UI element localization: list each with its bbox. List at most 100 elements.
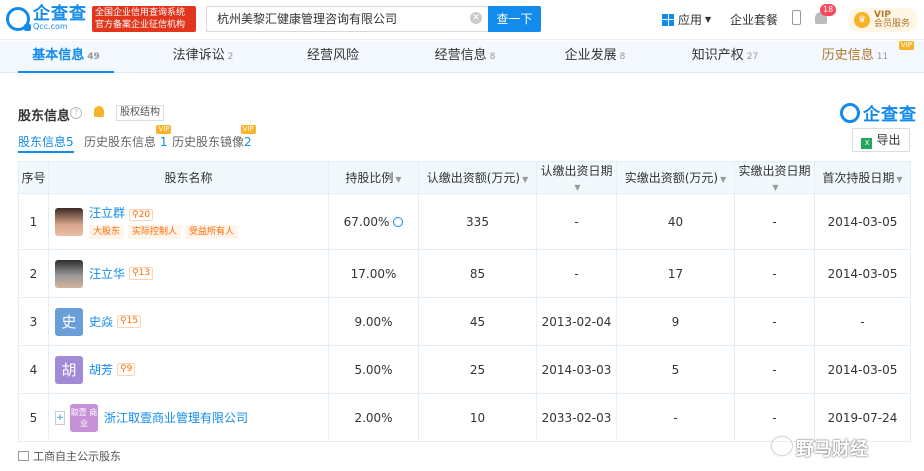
paid-date-cell: - — [734, 297, 815, 346]
sort-icon: ▼ — [772, 183, 779, 192]
table-row: 2 汪立华 ⚲13 17.00% 85 - 17 - 2014-03-05 — [18, 249, 911, 298]
logo-text: 企查查 — [33, 4, 87, 24]
tab-legal[interactable]: 法律诉讼 2 — [148, 41, 258, 73]
avatar[interactable]: 胡 — [55, 355, 83, 384]
apps-grid-icon — [662, 13, 674, 26]
tab-history[interactable]: 历史信息 11 VIP — [800, 41, 914, 73]
shareholder-cell: 史 史焱 ⚲15 — [48, 297, 329, 346]
enterprise-suite-link[interactable]: 企业套餐 — [730, 11, 778, 28]
first-date-cell: - — [814, 297, 911, 346]
section-brand-logo: 企查查 — [840, 100, 917, 125]
vip-service-button[interactable]: ♛ VIP 会员服务 — [848, 8, 918, 32]
avatar[interactable]: 史 — [55, 307, 83, 336]
table-row: 4 胡 胡芳 ⚲9 5.00% 25 2014-03-03 5 - 2014-03… — [18, 345, 911, 394]
subscribed-date-cell: - — [536, 193, 617, 250]
notification-badge: 18 — [820, 4, 837, 16]
shareholder-cell: 汪立华 ⚲13 — [48, 249, 329, 298]
tag-actual-controller: 实际控制人 — [128, 225, 182, 239]
row-index: 5 — [18, 393, 49, 442]
equity-structure-button[interactable]: 股权结构 — [116, 105, 164, 121]
col-percent[interactable]: 持股比例 ▼ — [328, 161, 419, 194]
shareholder-name[interactable]: 胡芳 — [89, 361, 113, 378]
subscribed-date-cell: 2033-02-03 — [536, 393, 617, 442]
paid-date-cell: - — [734, 193, 815, 250]
col-first-date[interactable]: 首次持股日期 ▼ — [814, 161, 911, 194]
shareholder-cell: + 取壹 商业 浙江取壹商业管理有限公司 — [48, 393, 329, 442]
sort-icon: ▼ — [574, 183, 581, 192]
relation-count-badge[interactable]: ⚲15 — [117, 315, 142, 328]
shareholder-name[interactable]: 汪立华 — [89, 265, 125, 282]
subscribed-date-cell: 2014-03-03 — [536, 345, 617, 394]
relation-count-badge[interactable]: ⚲9 — [117, 363, 136, 376]
shareholding-chart-icon[interactable] — [393, 216, 404, 227]
shareholder-name[interactable]: 史焱 — [89, 313, 113, 330]
shareholder-cell: 汪立群 ⚲20 大股东 实际控制人 受益所有人 — [48, 193, 329, 250]
subscribed-amount-cell: 10 — [418, 393, 537, 442]
watermark: 野马财经 — [796, 439, 868, 460]
avatar[interactable] — [55, 207, 83, 236]
row-index: 1 — [18, 193, 49, 250]
footer-label: 工商自主公示股东 — [33, 450, 121, 463]
relation-count-badge[interactable]: ⚲20 — [129, 209, 154, 221]
help-icon[interactable]: ? — [70, 107, 82, 119]
table-row: 3 史 史焱 ⚲15 9.00% 45 2013-02-04 9 - - — [18, 297, 911, 346]
tab-ip[interactable]: 知识产权 27 — [670, 41, 780, 73]
tab-development[interactable]: 企业发展 8 — [540, 41, 650, 73]
row-index: 4 — [18, 345, 49, 394]
avatar[interactable] — [55, 259, 83, 288]
subscribe-bell-icon[interactable] — [94, 106, 104, 117]
tab-basic-info[interactable]: 基本信息 49 — [18, 41, 114, 73]
subtab-history-mirror[interactable]: 历史股东镜像2 VIP — [172, 125, 256, 149]
row-index: 3 — [18, 297, 49, 346]
subscribed-amount-cell: 335 — [418, 193, 537, 250]
table-header-row: 序号 股东名称 持股比例 ▼ 认缴出资额(万元) ▼ 认缴出资日期▼ 实缴出资额(万… — [18, 161, 911, 194]
row-index: 2 — [18, 249, 49, 298]
subscribed-date-cell: - — [536, 249, 617, 298]
paid-amount-cell: 40 — [616, 193, 735, 250]
paid-date-cell: - — [734, 249, 815, 298]
tab-operation[interactable]: 经营信息 8 — [410, 41, 520, 73]
main-tabs: 基本信息 49 法律诉讼 2 经营风险 经营信息 8 企业发展 8 知识产权 27 历史信… — [0, 41, 924, 73]
qcc-logo[interactable]: 企查查 Qcc.com — [6, 6, 87, 31]
search-button[interactable]: 查一下 — [488, 6, 541, 32]
paid-amount-cell: 9 — [616, 297, 735, 346]
shareholder-name[interactable]: 浙江取壹商业管理有限公司 — [104, 409, 248, 426]
expand-icon[interactable]: + — [55, 410, 65, 425]
mobile-icon[interactable] — [792, 10, 801, 25]
footer-link[interactable]: 工商自主公示股东 — [18, 448, 121, 464]
export-button[interactable]: X 导出 — [852, 128, 910, 152]
col-subscribed-amount[interactable]: 认缴出资额(万元) ▼ — [418, 161, 537, 194]
avatar[interactable]: 取壹 商业 — [70, 403, 98, 432]
sort-icon: ▼ — [720, 175, 727, 184]
shareholder-name[interactable]: 汪立群 — [89, 206, 125, 220]
paid-date-cell: - — [734, 345, 815, 394]
percent-cell: 2.00% — [328, 393, 419, 442]
paid-amount-cell: 17 — [616, 249, 735, 298]
chevron-down-icon: ▼ — [705, 15, 712, 24]
first-date-cell: 2014-03-05 — [814, 193, 911, 250]
crown-icon: ♛ — [854, 12, 870, 28]
top-bar: 企查查 Qcc.com 全国企业信用查询系统 官方备案企业征信机构 杭州美黎汇健… — [0, 0, 924, 40]
vip-tag: VIP — [156, 125, 172, 134]
tab-risk[interactable]: 经营风险 — [278, 41, 388, 73]
clear-search-icon[interactable]: ✕ — [470, 12, 482, 24]
col-name: 股东名称 — [48, 161, 329, 194]
subtab-history-shareholders[interactable]: 历史股东信息 1 VIP — [84, 125, 172, 149]
shareholder-table: 序号 股东名称 持股比例 ▼ 认缴出资额(万元) ▼ 认缴出资日期▼ 实缴出资额(万… — [18, 161, 911, 442]
search-input[interactable]: 杭州美黎汇健康管理咨询有限公司 — [206, 6, 488, 32]
relation-count-badge[interactable]: ⚲13 — [129, 267, 154, 280]
paid-amount-cell: - — [616, 393, 735, 442]
apps-label: 应用 — [678, 13, 703, 27]
col-index: 序号 — [18, 161, 49, 194]
vip-sub: 会员服务 — [874, 19, 911, 29]
paid-amount-cell: 5 — [616, 345, 735, 394]
col-subscribed-date[interactable]: 认缴出资日期▼ — [536, 161, 617, 194]
apps-menu[interactable]: 应用 ▼ — [662, 11, 711, 28]
subscribed-amount-cell: 85 — [418, 249, 537, 298]
slogan-badge: 全国企业信用查询系统 官方备案企业征信机构 — [92, 6, 196, 32]
col-paid-amount[interactable]: 实缴出资额(万元) ▼ — [616, 161, 735, 194]
vip-tag: VIP — [898, 41, 914, 50]
col-paid-date[interactable]: 实缴出资日期▼ — [734, 161, 815, 194]
subtab-shareholders[interactable]: 股东信息5 — [18, 135, 74, 153]
document-icon — [18, 451, 29, 461]
